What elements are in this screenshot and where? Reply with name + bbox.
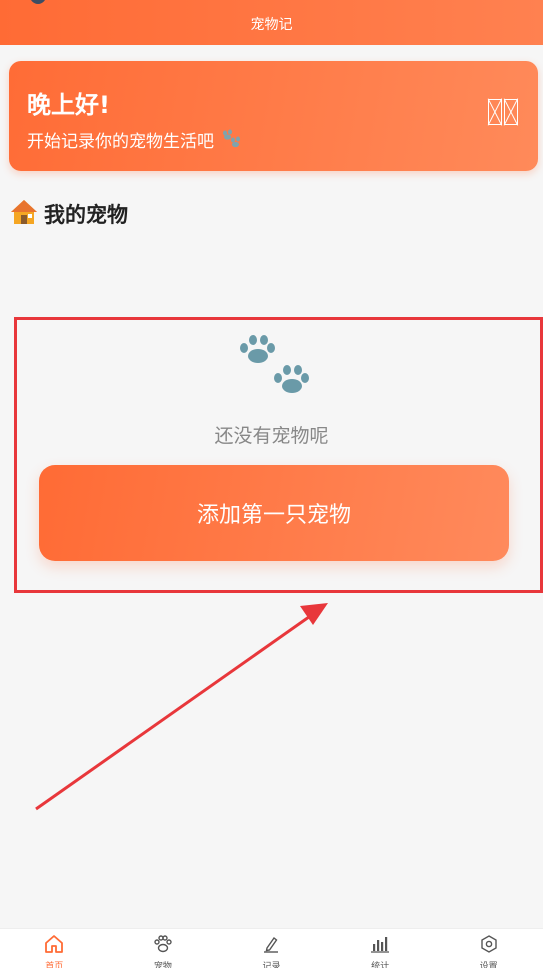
bar-chart-icon	[370, 935, 390, 957]
nav-label: 统计	[371, 962, 390, 968]
settings-icon	[479, 935, 499, 957]
bottom-nav: 首页 宠物 记录 统计 设置	[0, 928, 543, 968]
nav-label: 宠物	[153, 962, 172, 968]
nav-item-stats[interactable]: 统计	[326, 929, 435, 968]
nav-label: 设置	[479, 962, 498, 968]
nav-label: 首页	[45, 962, 64, 968]
annotation-arrow	[35, 603, 328, 811]
nav-item-pets[interactable]: 宠物	[109, 929, 218, 968]
nav-item-home[interactable]: 首页	[0, 929, 109, 968]
nav-label: 记录	[262, 962, 281, 968]
paw-icon	[153, 935, 173, 957]
pen-icon	[261, 935, 281, 957]
nav-item-records[interactable]: 记录	[217, 929, 326, 968]
home-icon	[44, 935, 64, 957]
nav-item-settings[interactable]: 设置	[434, 929, 543, 968]
